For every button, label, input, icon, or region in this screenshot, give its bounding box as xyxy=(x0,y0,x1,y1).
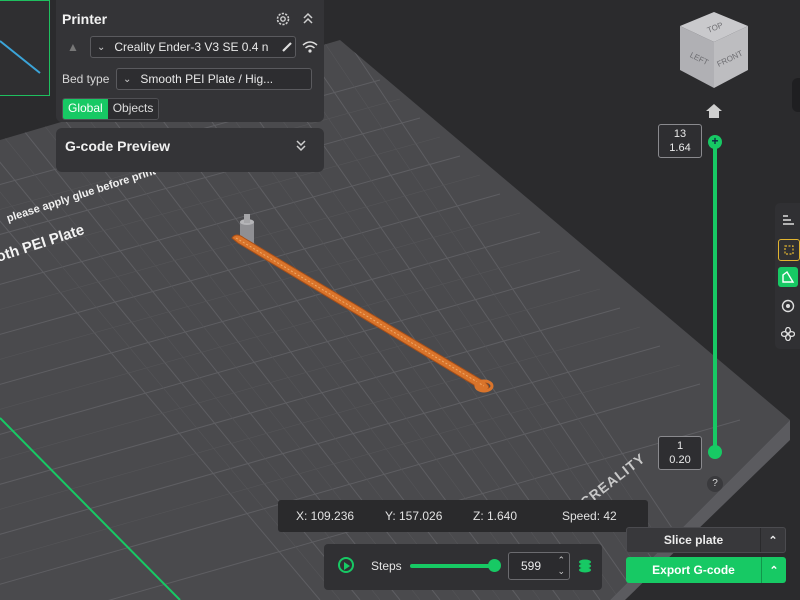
layer-slider-top-handle[interactable] xyxy=(708,134,722,149)
steps-slider-handle[interactable] xyxy=(488,559,501,572)
bed-type-value: Smooth PEI Plate / Hig... xyxy=(140,72,274,86)
bottom-layer-label: 1 0.20 xyxy=(658,436,702,470)
layers-icon[interactable] xyxy=(577,558,593,574)
expand-icon[interactable] xyxy=(292,137,310,155)
tab-objects[interactable]: Objects xyxy=(107,99,159,119)
chevron-up-icon[interactable]: ⌃ xyxy=(761,557,786,583)
steps-value: 599 xyxy=(521,559,542,573)
stepper-arrows[interactable]: ⌃ ⌄ xyxy=(557,555,565,577)
home-icon[interactable] xyxy=(704,102,724,120)
steps-label: Steps xyxy=(371,559,402,573)
thumbnail-path-icon xyxy=(0,40,41,74)
printer-type-icon: ▲ xyxy=(67,40,79,54)
slice-plate-label: Slice plate xyxy=(663,533,724,547)
tab-global[interactable]: Global xyxy=(63,99,108,119)
chevron-down-icon: ⌄ xyxy=(97,41,106,53)
readout-speed: Speed: 42 xyxy=(562,509,617,523)
gcode-preview-panel[interactable]: G-code Preview xyxy=(56,128,324,172)
view-cube[interactable]: TOP LEFT FRONT xyxy=(672,8,756,92)
edit-icon[interactable] xyxy=(278,38,296,56)
top-layer-height: 1.64 xyxy=(669,142,691,154)
support-view-icon[interactable] xyxy=(778,239,800,261)
top-layer-label: 13 1.64 xyxy=(658,124,702,158)
preview-mode-icon[interactable] xyxy=(778,267,798,287)
slice-plate-button[interactable]: Slice plate ⌃ xyxy=(626,527,786,553)
top-layer-number: 13 xyxy=(673,128,687,140)
bed-type-label: Bed type xyxy=(62,72,110,86)
collapse-icon[interactable] xyxy=(299,10,317,28)
side-collapse-tab[interactable] xyxy=(792,78,800,112)
layer-slider-bottom-handle[interactable] xyxy=(708,445,722,459)
readout-x: X: 109.236 xyxy=(296,509,355,523)
plate-thumbnail[interactable] xyxy=(0,0,50,96)
layer-view-icon[interactable] xyxy=(778,209,798,229)
bottom-layer-number: 1 xyxy=(676,440,684,452)
fan-icon[interactable] xyxy=(778,324,798,344)
printer-select[interactable]: ⌄ Creality Ender-3 V3 SE 0.4 n xyxy=(90,36,296,58)
export-gcode-label: Export G-code xyxy=(652,563,735,577)
steps-input[interactable]: 599 ⌃ ⌄ xyxy=(508,552,570,580)
printer-panel-title: Printer xyxy=(62,11,108,27)
layer-slider-track[interactable] xyxy=(713,142,717,452)
view-toolbar xyxy=(775,203,800,349)
printer-select-value: Creality Ender-3 V3 SE 0.4 n xyxy=(114,40,269,54)
bed-type-select[interactable]: ⌄ Smooth PEI Plate / Hig... xyxy=(116,68,312,90)
scope-toggle: Global Objects xyxy=(62,98,160,120)
wifi-icon[interactable] xyxy=(301,38,319,56)
readout-y: Y: 157.026 xyxy=(385,509,443,523)
steps-slider-track[interactable] xyxy=(410,564,494,568)
readout-z: Z: 1.640 xyxy=(473,509,518,523)
chevron-down-icon: ⌄ xyxy=(123,73,132,85)
bottom-layer-height: 0.20 xyxy=(669,454,691,466)
chevron-up-icon[interactable]: ⌃ xyxy=(760,528,785,552)
position-readout: X: 109.236 Y: 157.026 Z: 1.640 Speed: 42 xyxy=(278,500,648,532)
camera-view-icon[interactable] xyxy=(778,296,798,316)
gcode-preview-title: G-code Preview xyxy=(65,138,171,154)
help-icon[interactable]: ? xyxy=(707,476,723,492)
settings-icon[interactable] xyxy=(274,10,292,28)
printer-panel: Printer ▲ ⌄ Creality Ender-3 V3 SE 0.4 n… xyxy=(56,0,324,122)
move-steps-bar: Steps 599 ⌃ ⌄ xyxy=(324,544,602,590)
export-gcode-button[interactable]: Export G-code ⌃ xyxy=(626,557,786,583)
play-icon[interactable] xyxy=(338,557,354,573)
